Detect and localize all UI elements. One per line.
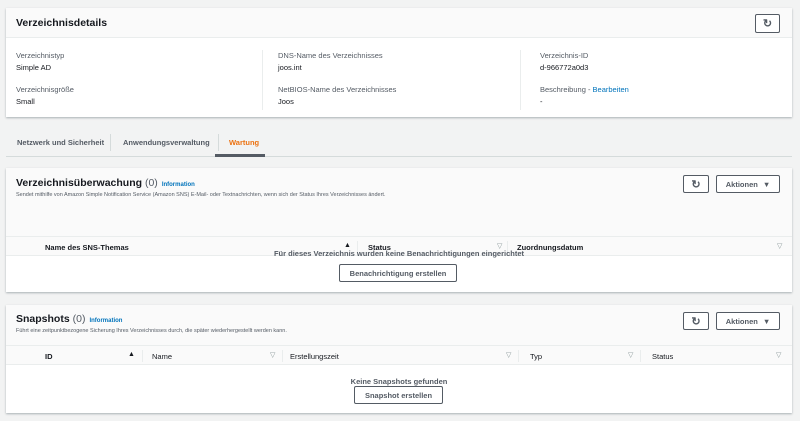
sort-ascending-icon[interactable]: ▲ xyxy=(344,242,351,249)
empty-state-text: Für dieses Verzeichnis wurden keine Bena… xyxy=(273,249,525,258)
column-divider xyxy=(282,350,283,362)
field-label: Verzeichnisgröße xyxy=(16,85,74,94)
column-name[interactable]: Name xyxy=(152,352,172,361)
item-count: (0) xyxy=(72,313,86,325)
table-header: ID ▲ Name ▽ Erstellungszeit ▽ Typ ▽ Stat… xyxy=(6,345,792,365)
description-label: Beschreibung - Bearbeiten xyxy=(540,85,629,94)
column-status[interactable]: Status xyxy=(652,352,673,361)
active-tab-indicator xyxy=(215,154,265,157)
panel-description: Führt eine zeitpunktbezogene Sicherung I… xyxy=(16,328,287,334)
panel-description: Sendet mithilfe von Amazon Simple Notifi… xyxy=(16,192,386,198)
panel-title: Snapshots (0) Information xyxy=(16,313,122,325)
field-label: Verzeichnistyp xyxy=(16,51,65,60)
directory-size-value: Small xyxy=(16,97,35,106)
column-divider xyxy=(142,350,143,362)
item-count: (0) xyxy=(144,177,158,189)
info-link[interactable]: Information xyxy=(89,318,122,324)
actions-label: Aktionen xyxy=(725,316,758,326)
description-value: - xyxy=(540,97,543,106)
sort-ascending-icon[interactable]: ▲ xyxy=(128,351,135,358)
sort-icon[interactable]: ▽ xyxy=(270,351,275,359)
column-id[interactable]: ID xyxy=(45,352,53,361)
tab-application-management[interactable]: Anwendungsverwaltung xyxy=(123,138,210,147)
divider xyxy=(262,50,263,110)
create-notification-button[interactable]: Benachrichtigung erstellen xyxy=(339,264,457,282)
refresh-button[interactable]: ↻ xyxy=(683,175,709,193)
refresh-icon: ↻ xyxy=(691,178,701,191)
actions-dropdown[interactable]: Aktionen ▼ xyxy=(716,175,780,193)
sort-icon[interactable]: ▽ xyxy=(776,351,781,359)
directory-id-value: d-966772a0d3 xyxy=(540,63,589,72)
field-label: DNS-Name des Verzeichnisses xyxy=(278,51,383,60)
sort-icon[interactable]: ▽ xyxy=(628,351,633,359)
field-label: Verzeichnis-ID xyxy=(540,51,589,60)
separator: - xyxy=(585,85,593,94)
title-text: Verzeichnisüberwachung xyxy=(16,177,143,189)
snapshots-panel: Snapshots (0) Information Führt eine zeit… xyxy=(6,305,792,413)
directory-type-value: Simple AD xyxy=(16,63,52,72)
edit-description-link[interactable]: Bearbeiten xyxy=(593,85,629,94)
title-text: Snapshots xyxy=(16,313,70,325)
column-creation-time[interactable]: Erstellungszeit xyxy=(290,352,339,361)
refresh-icon: ↻ xyxy=(762,18,773,30)
actions-dropdown[interactable]: Aktionen ▼ xyxy=(716,312,780,330)
tab-divider xyxy=(110,134,111,151)
field-label: NetBIOS-Name des Verzeichnisses xyxy=(278,85,397,94)
tab-network-security[interactable]: Netzwerk und Sicherheit xyxy=(17,138,104,147)
tab-maintenance[interactable]: Wartung xyxy=(229,138,259,147)
panel-header: Verzeichnisüberwachung (0) Information Se… xyxy=(6,168,792,236)
sort-icon[interactable]: ▽ xyxy=(506,351,511,359)
panel-title: Verzeichnisüberwachung (0) Information xyxy=(16,177,195,189)
tab-bar: Netzwerk und Sicherheit Anwendungsverwal… xyxy=(6,127,792,157)
column-type[interactable]: Typ xyxy=(530,352,542,361)
netbios-name-value: Joos xyxy=(278,97,294,106)
empty-state-text: Keine Snapshots gefunden xyxy=(350,377,448,386)
actions-label: Aktionen xyxy=(725,179,758,189)
panel-title: Verzeichnisdetails xyxy=(16,17,108,29)
tab-divider xyxy=(218,134,219,151)
caret-down-icon: ▼ xyxy=(762,179,771,189)
panel-header: Verzeichnisdetails ↻ xyxy=(6,8,792,38)
field-label: Beschreibung xyxy=(540,85,586,94)
dns-name-value: joos.int xyxy=(278,63,302,72)
column-divider xyxy=(518,350,519,362)
info-link[interactable]: Information xyxy=(162,182,195,188)
refresh-button[interactable]: ↻ xyxy=(755,14,780,33)
create-snapshot-button[interactable]: Snapshot erstellen xyxy=(354,386,443,404)
panel-header: Snapshots (0) Information Führt eine zeit… xyxy=(6,305,792,345)
refresh-button[interactable]: ↻ xyxy=(683,312,709,330)
divider xyxy=(520,50,521,110)
directory-details-panel: Verzeichnisdetails ↻ Verzeichnistyp Simp… xyxy=(6,8,792,117)
refresh-icon: ↻ xyxy=(691,315,701,328)
directory-monitoring-panel: Verzeichnisüberwachung (0) Information Se… xyxy=(6,168,792,292)
caret-down-icon: ▼ xyxy=(762,316,771,326)
column-divider xyxy=(640,350,641,362)
